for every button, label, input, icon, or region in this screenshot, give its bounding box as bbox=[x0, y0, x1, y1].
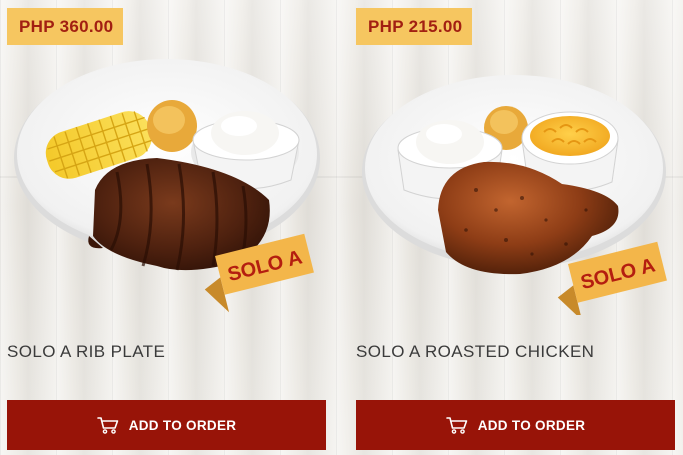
add-to-order-label: ADD TO ORDER bbox=[128, 417, 237, 433]
product-image-roasted-chicken[interactable]: SOLO A bbox=[356, 40, 676, 315]
add-to-order-label: ADD TO ORDER bbox=[477, 417, 586, 433]
product-name: SOLO A ROASTED CHICKEN bbox=[356, 342, 595, 361]
product-image-rib-plate[interactable]: SOLO A bbox=[7, 40, 327, 315]
product-name: SOLO A RIB PLATE bbox=[7, 342, 166, 361]
add-to-order-button[interactable]: ADD TO ORDER bbox=[7, 400, 326, 450]
product-card-rib-plate: PHP 360.00 SOLO A SOLO A RIB PLATE ADD T… bbox=[7, 0, 327, 455]
product-card-roasted-chicken: PHP 215.00 SOLO A SOLO A ROASTED CHICKEN… bbox=[356, 0, 676, 455]
add-to-order-button[interactable]: ADD TO ORDER bbox=[356, 400, 675, 450]
cart-icon bbox=[445, 417, 467, 434]
cart-icon bbox=[96, 417, 118, 434]
